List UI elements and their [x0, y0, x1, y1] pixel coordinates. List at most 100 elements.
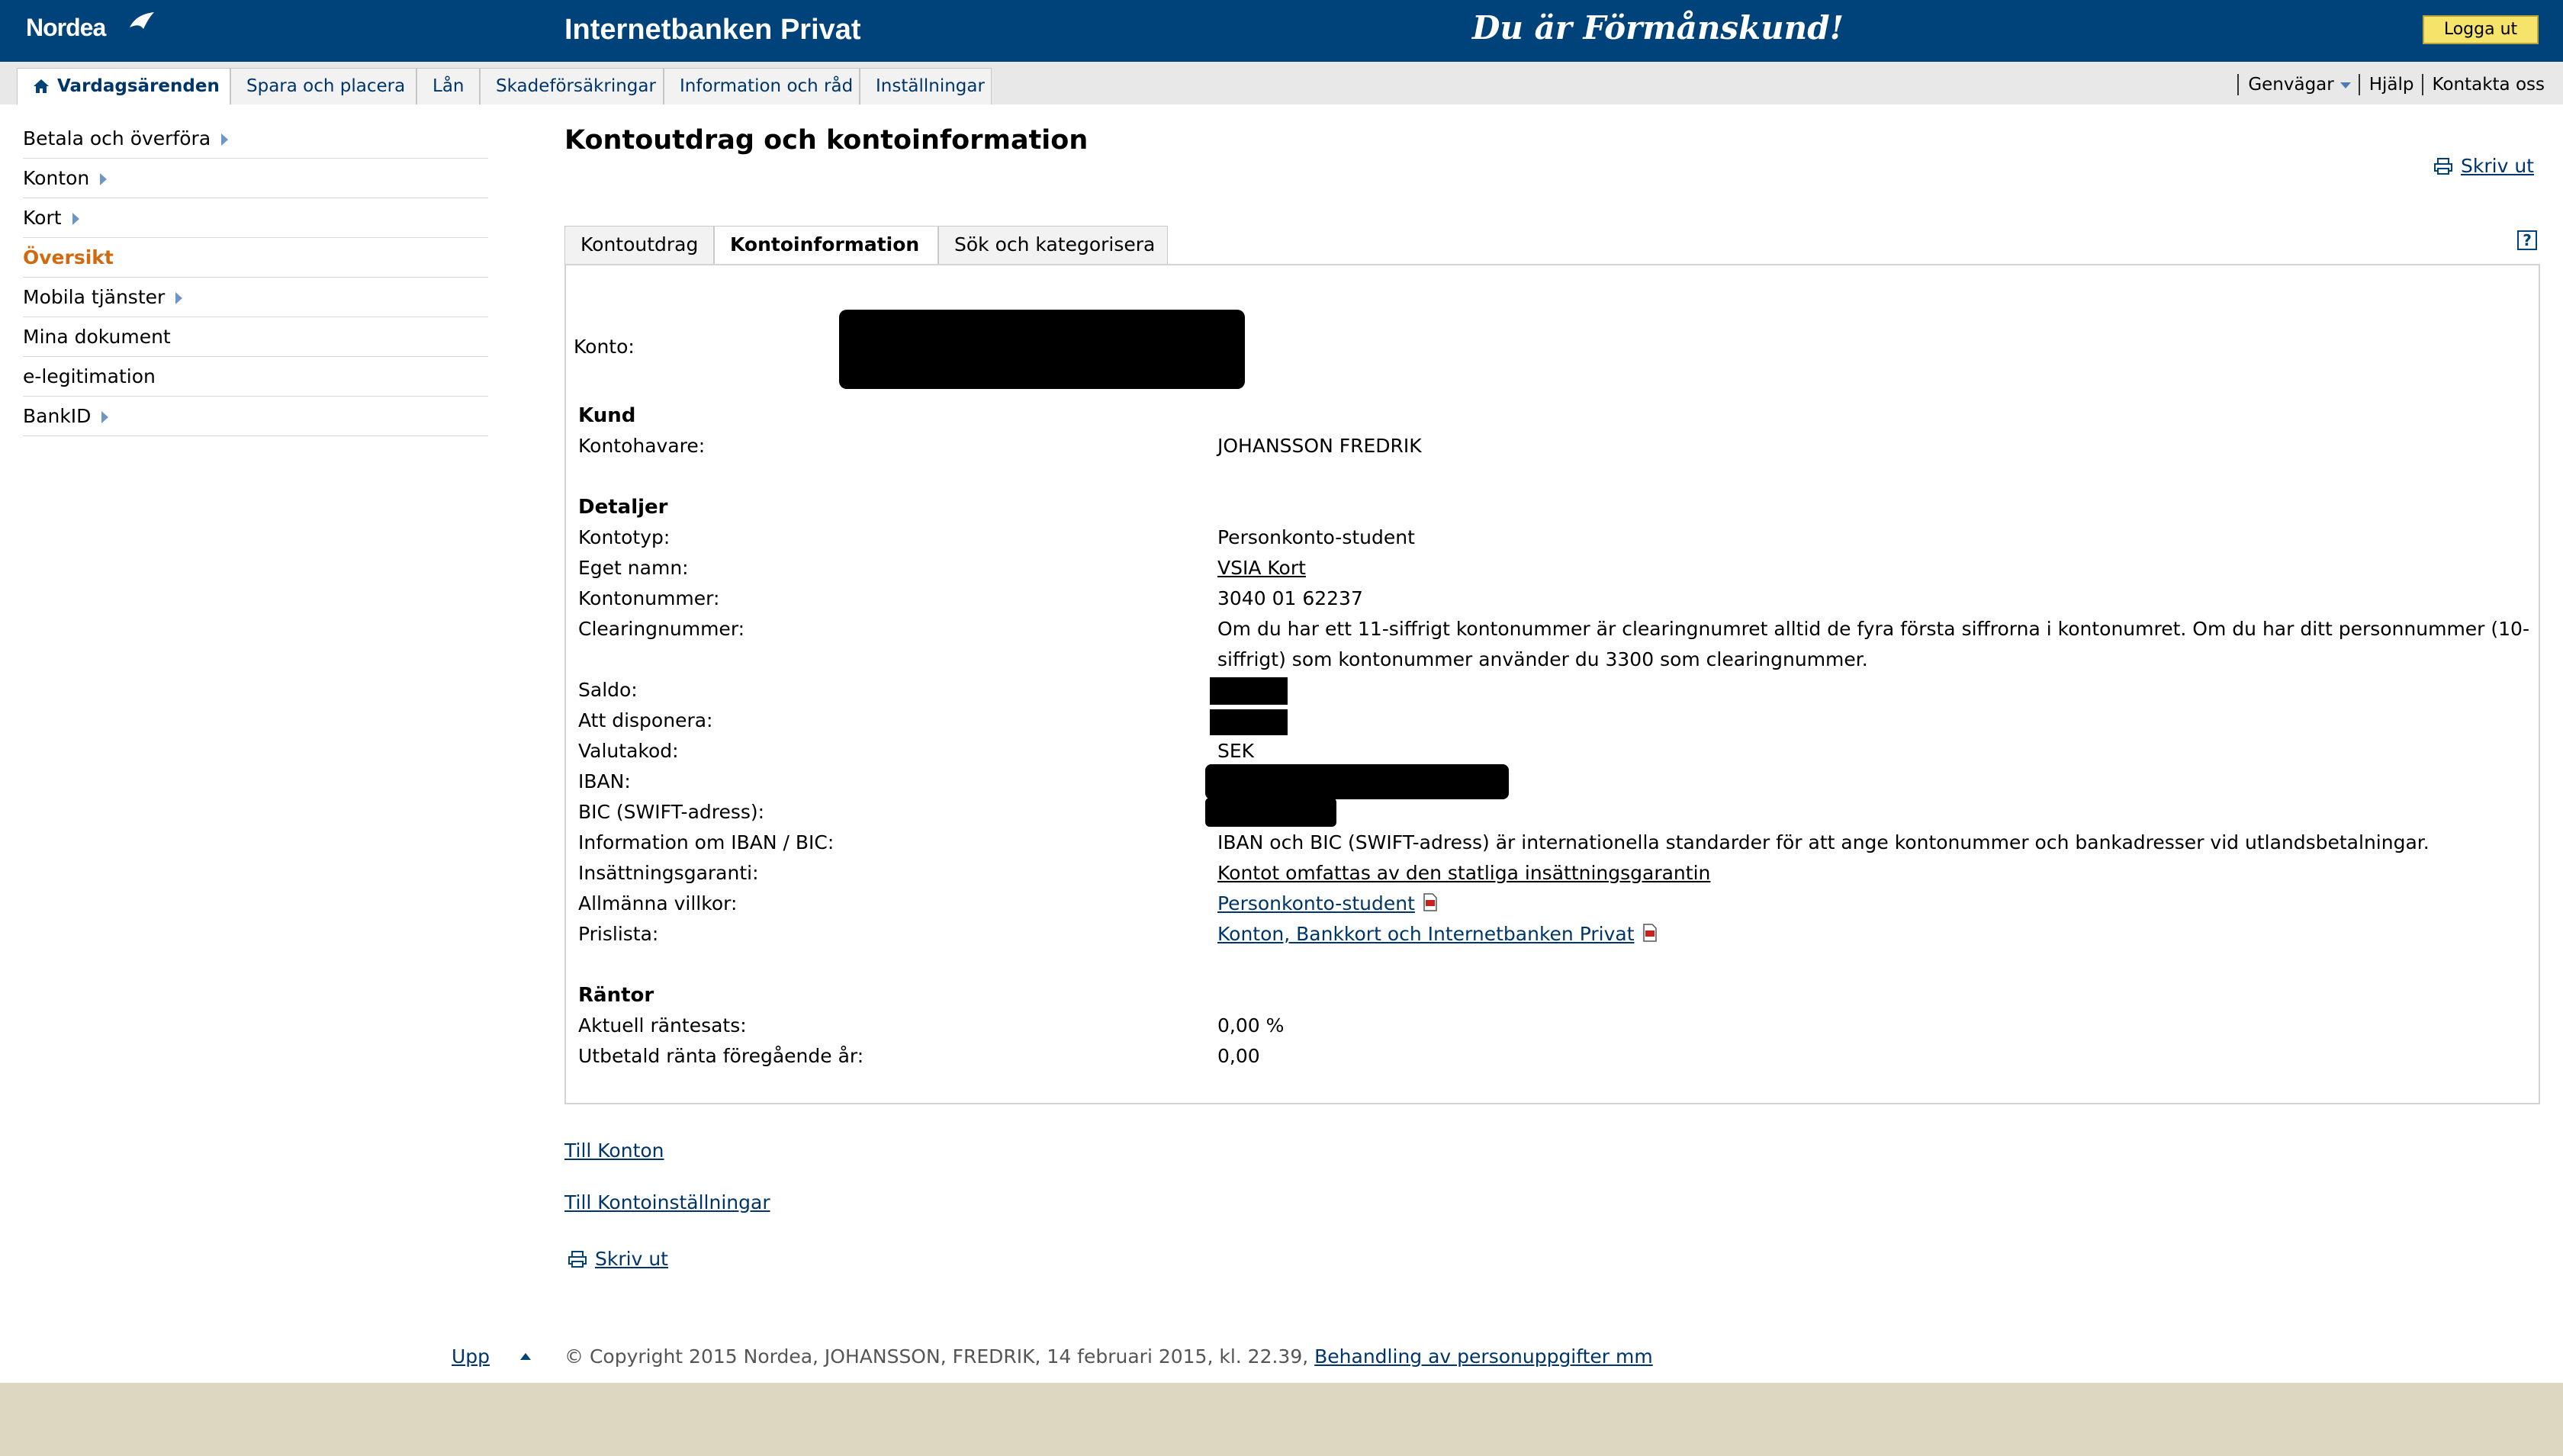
printer-icon — [2434, 158, 2452, 175]
kontohavare-value: JOHANSSON FREDRIK — [1217, 435, 1422, 457]
sidebar-item-label: Kort — [23, 207, 62, 229]
iban-bic-info-value: IBAN och BIC (SWIFT-adress) är internati… — [1217, 831, 2430, 853]
insattningsgaranti-label: Insättningsgaranti: — [578, 862, 759, 884]
section-rantor: Räntor — [578, 984, 654, 1007]
prislista-link[interactable]: Konton, Bankkort och Internetbanken Priv… — [1217, 923, 1635, 945]
print-label: Skriv ut — [595, 1248, 668, 1270]
print-link-top[interactable]: Skriv ut — [2433, 155, 2534, 177]
nordea-logo[interactable]: Nordea — [26, 14, 106, 42]
valutakod-label: Valutakod: — [578, 740, 679, 762]
villkor-link[interactable]: Personkonto-student — [1217, 892, 1415, 914]
bic-label: BIC (SWIFT-adress): — [578, 801, 765, 823]
kontotyp-label: Kontotyp: — [578, 526, 670, 548]
sidebar-item-label: Mina dokument — [23, 326, 171, 348]
iban-label: IBAN: — [578, 770, 631, 792]
tab-kontoutdrag[interactable]: Kontoutdrag — [564, 226, 714, 264]
help-link[interactable]: Hjälp — [2358, 74, 2422, 95]
utbetald-ranta-value: 0,00 — [1217, 1045, 1260, 1067]
eget-namn-label: Eget namn: — [578, 557, 689, 579]
eget-namn-link[interactable]: VSIA Kort — [1217, 557, 1306, 579]
contact-link[interactable]: Kontakta oss — [2421, 74, 2552, 95]
sidebar-item-mobila-tjanster[interactable]: Mobila tjänster — [23, 278, 488, 317]
sidebar-item-label: Översikt — [23, 246, 114, 268]
tab-skadeforsakringar[interactable]: Skadeförsäkringar — [480, 68, 664, 104]
tab-installningar[interactable]: Inställningar — [860, 68, 992, 104]
print-label: Skriv ut — [2461, 155, 2534, 177]
upp-link[interactable]: Upp — [452, 1345, 490, 1368]
prislista-label: Prislista: — [578, 923, 659, 945]
chevron-right-icon — [221, 133, 229, 146]
sidebar-item-betala[interactable]: Betala och överföra — [23, 119, 488, 159]
saldo-redacted — [1210, 677, 1288, 705]
chevron-right-icon — [175, 292, 183, 304]
sidebar-item-kort[interactable]: Kort — [23, 198, 488, 238]
sidebar-item-oversikt[interactable]: Översikt — [23, 238, 488, 278]
copyright-label: © Copyright 2015 Nordea, JOHANSSON, FRED… — [564, 1345, 1309, 1368]
chevron-down-icon — [2340, 82, 2351, 88]
printer-icon — [568, 1251, 587, 1268]
account-label: Konto: — [574, 336, 635, 358]
home-icon — [34, 79, 49, 93]
main-navigation: Vardagsärenden Spara och placera Lån Ska… — [0, 62, 2563, 104]
iban-bic-info-label: Information om IBAN / BIC: — [578, 831, 835, 853]
slogan: Du är Förmånskund! — [1472, 9, 1844, 47]
genvagar-dropdown[interactable]: Genvägar — [2237, 74, 2358, 95]
page-title: Kontoutdrag och kontoinformation — [564, 125, 1089, 156]
tab-sok-och-kategorisera[interactable]: Sök och kategorisera — [938, 226, 1168, 264]
nordea-logo-mark-icon — [130, 12, 154, 29]
genvagar-label: Genvägar — [2248, 75, 2334, 95]
tab-lan[interactable]: Lån — [416, 68, 480, 104]
sidebar-item-bankid[interactable]: BankID — [23, 397, 488, 436]
account-info-panel — [564, 264, 2540, 1104]
clearing-label: Clearingnummer: — [578, 618, 745, 640]
aktuell-rantesats-label: Aktuell räntesats: — [578, 1014, 747, 1037]
print-link-bottom[interactable]: Skriv ut — [568, 1248, 668, 1270]
sidebar-menu: Betala och överföra Konton Kort Översikt… — [23, 119, 488, 436]
saldo-label: Saldo: — [578, 679, 638, 701]
pdf-icon[interactable] — [1642, 924, 1658, 942]
villkor-row: Personkonto-student — [1217, 892, 1438, 914]
aktuell-rantesats-value: 0,00 % — [1217, 1014, 1285, 1037]
sidebar-item-label: BankID — [23, 405, 92, 427]
privacy-link[interactable]: Behandling av personuppgifter mm — [1314, 1345, 1653, 1368]
tab-spara-och-placera[interactable]: Spara och placera — [230, 68, 416, 104]
pdf-icon[interactable] — [1423, 893, 1438, 911]
sidebar-item-konton[interactable]: Konton — [23, 159, 488, 198]
bic-redacted — [1205, 798, 1336, 827]
sidebar-item-label: Betala och överföra — [23, 127, 211, 149]
quick-links: Genvägar Hjälp Kontakta oss — [2237, 74, 2552, 97]
tab-kontoinformation[interactable]: Kontoinformation — [714, 226, 938, 265]
tab-vardagsarenden[interactable]: Vardagsärenden — [17, 68, 230, 104]
clearing-text-line1: Om du har ett 11-siffrigt kontonummer är… — [1217, 618, 2529, 640]
section-detaljer: Detaljer — [578, 496, 668, 519]
arrow-up-icon[interactable] — [520, 1353, 531, 1360]
villkor-label: Allmänna villkor: — [578, 892, 738, 914]
till-kontoinstallningar-link[interactable]: Till Kontoinställningar — [564, 1191, 770, 1213]
chevron-right-icon — [101, 411, 109, 423]
help-icon[interactable]: ? — [2517, 230, 2537, 250]
sidebar-item-label: Konton — [23, 167, 90, 189]
clearing-text-line2: siffrigt) som kontonummer använder du 33… — [1217, 648, 1868, 670]
disponera-redacted — [1210, 709, 1288, 735]
kontohavare-label: Kontohavare: — [578, 435, 706, 457]
app-title: Internetbanken Privat — [564, 14, 861, 46]
copyright-text: © Copyright 2015 Nordea, JOHANSSON, FRED… — [564, 1345, 1653, 1368]
till-konton-link[interactable]: Till Konton — [564, 1139, 664, 1162]
iban-redacted — [1205, 764, 1509, 799]
tab-information-och-rad[interactable]: Information och råd — [664, 68, 860, 104]
valutakod-value: SEK — [1217, 740, 1255, 762]
top-header: Nordea Internetbanken Privat Du är Förmå… — [0, 0, 2563, 62]
chevron-right-icon — [72, 213, 79, 225]
insattningsgaranti-link[interactable]: Kontot omfattas av den statliga insättni… — [1217, 862, 1710, 884]
disponera-label: Att disponera: — [578, 709, 713, 731]
sidebar-item-e-legitimation[interactable]: e-legitimation — [23, 357, 488, 397]
account-select-redacted[interactable] — [839, 310, 1245, 389]
prislista-row: Konton, Bankkort och Internetbanken Priv… — [1217, 923, 1658, 945]
sidebar-item-label: Mobila tjänster — [23, 286, 166, 308]
logout-button[interactable]: Logga ut — [2423, 15, 2539, 44]
sidebar-item-label: e-legitimation — [23, 365, 156, 387]
kontotyp-value: Personkonto-student — [1217, 526, 1415, 548]
footer-band — [0, 1383, 2563, 1456]
tab-label: Vardagsärenden — [57, 76, 220, 96]
sidebar-item-mina-dokument[interactable]: Mina dokument — [23, 317, 488, 357]
